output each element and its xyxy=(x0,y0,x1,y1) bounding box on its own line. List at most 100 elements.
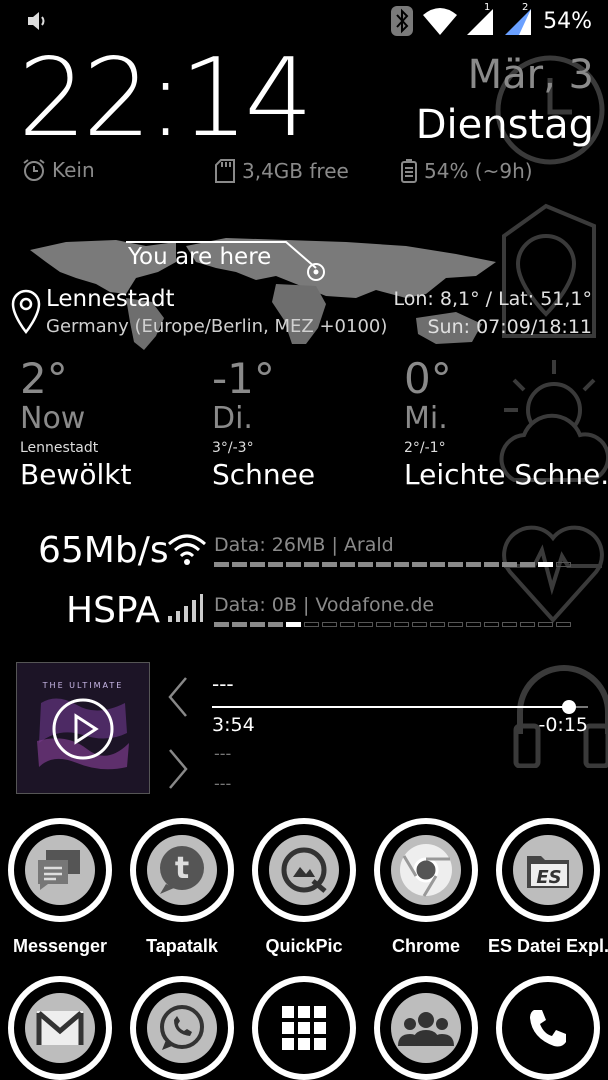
clock-weekday[interactable]: Dienstag xyxy=(416,102,594,148)
weather-temp: 0° xyxy=(404,354,452,403)
weather-condition: Bewölkt xyxy=(20,458,132,491)
usage-bar-segment xyxy=(394,622,409,627)
track-title: --- xyxy=(212,672,234,696)
messenger-icon xyxy=(25,835,95,905)
location-pin-icon xyxy=(11,289,41,334)
usage-bar-segment xyxy=(430,622,445,627)
next-track-icon[interactable] xyxy=(166,748,190,790)
sun-times: Sun: 07:09/18:11 xyxy=(427,316,593,338)
weather-sub: Lennestadt xyxy=(20,440,99,456)
play-icon[interactable] xyxy=(51,697,115,761)
usage-bar-segment xyxy=(556,622,571,627)
usage-bar-segment xyxy=(448,622,463,627)
usage-bar-segment xyxy=(412,622,427,627)
usage-bar-segment xyxy=(412,562,427,567)
storage-info[interactable]: 3,4GB free xyxy=(214,158,349,184)
usage-bar-segment xyxy=(340,562,355,567)
wifi-data-label: Data: 26MB | Arald xyxy=(214,534,394,556)
app-drawer[interactable] xyxy=(252,976,356,1080)
usage-bar-segment xyxy=(448,562,463,567)
app-label-tapatalk: Tapatalk xyxy=(146,936,218,956)
battery-info[interactable]: 54% (~9h) xyxy=(400,158,533,184)
usage-bar-segment xyxy=(232,562,247,567)
location-city: Lennestadt xyxy=(46,286,175,312)
usage-bar-segment xyxy=(394,562,409,567)
usage-bar-segment xyxy=(430,562,445,567)
sd-card-icon xyxy=(215,159,235,183)
battery-text: 54% (~9h) xyxy=(424,159,533,183)
app-whatsapp[interactable] xyxy=(130,976,234,1080)
usage-bar-segment xyxy=(250,622,265,627)
usage-bar-segment xyxy=(502,622,517,627)
clock-time[interactable]: 22:14 xyxy=(18,36,313,161)
weather-now[interactable]: 2° Now Lennestadt Bewölkt xyxy=(20,354,210,492)
volume-icon xyxy=(28,12,45,30)
wifi-usage-bar xyxy=(214,562,571,567)
mobile-usage-bar xyxy=(214,622,571,627)
usage-bar-segment xyxy=(268,562,283,567)
mobile-signal-icon xyxy=(168,594,203,622)
previous-track-icon[interactable] xyxy=(166,676,190,718)
weather-day-2[interactable]: -1° Di. 3°/-3° Schnee xyxy=(212,356,402,492)
app-contacts[interactable] xyxy=(374,976,478,1080)
usage-bar-segment xyxy=(322,562,337,567)
app-messenger[interactable] xyxy=(8,818,112,922)
sim2-label: 2 xyxy=(522,2,529,13)
usage-bar-segment xyxy=(556,562,571,567)
weather-sub: 3°/-3° xyxy=(212,440,254,456)
mobile-data-label: Data: 0B | Vodafone.de xyxy=(214,594,435,616)
alarm-info[interactable]: Kein xyxy=(22,158,95,182)
location-coords: Lon: 8,1° / Lat: 51,1° xyxy=(393,288,592,310)
app-drawer-icon xyxy=(269,993,339,1063)
gmail-icon xyxy=(25,993,95,1063)
wifi-speed[interactable]: 65Mb/s xyxy=(38,530,169,571)
app-label-chrome: Chrome xyxy=(391,936,460,956)
signal-icon-1 xyxy=(467,9,494,35)
usage-bar-segment xyxy=(484,562,499,567)
track-progress-bar[interactable] xyxy=(212,700,588,714)
usage-bar-segment xyxy=(304,562,319,567)
usage-bar-segment xyxy=(538,622,553,627)
usage-bar-segment xyxy=(286,562,301,567)
wifi-signal-icon xyxy=(168,534,206,565)
sim1-label: 1 xyxy=(484,2,491,13)
usage-bar-segment xyxy=(538,562,553,567)
phone-icon xyxy=(513,993,583,1063)
clock-date[interactable]: Mär, 3 xyxy=(468,52,594,98)
app-es-file-explorer[interactable]: ES xyxy=(496,818,600,922)
battery-icon xyxy=(401,159,417,183)
weather-day: Di. xyxy=(212,401,253,436)
wifi-icon xyxy=(423,8,458,35)
weather-temp: 2° xyxy=(20,354,68,403)
usage-bar-segment xyxy=(502,562,517,567)
heart-rate-bg-icon xyxy=(502,525,604,623)
whatsapp-icon xyxy=(147,993,217,1063)
usage-bar-segment xyxy=(466,562,481,567)
weather-day-3[interactable]: 0° Mi. 2°/-1° Leichte Schne... xyxy=(404,354,608,492)
usage-bar-segment xyxy=(322,622,337,627)
usage-bar-segment xyxy=(376,622,391,627)
alarm-text: Kein xyxy=(52,158,95,182)
usage-bar-segment xyxy=(268,622,283,627)
usage-bar-segment xyxy=(232,622,247,627)
usage-bar-segment xyxy=(214,562,229,567)
track-remaining: -0:15 xyxy=(538,714,588,736)
mobile-network-type[interactable]: HSPA xyxy=(66,590,160,631)
track-elapsed: 3:54 xyxy=(212,714,255,736)
svg-text:ES: ES xyxy=(536,867,561,888)
album-art[interactable]: THE ULTIMATE xyxy=(16,662,150,794)
app-quickpic[interactable] xyxy=(252,818,356,922)
app-chrome[interactable] xyxy=(374,818,478,922)
track-album: --- xyxy=(214,774,232,793)
app-tapatalk[interactable]: t xyxy=(130,818,234,922)
app-gmail[interactable] xyxy=(8,976,112,1080)
alarm-clock-icon xyxy=(23,159,45,181)
usage-bar-segment xyxy=(286,622,301,627)
usage-bar-segment xyxy=(250,562,265,567)
usage-bar-segment xyxy=(520,562,535,567)
app-phone[interactable] xyxy=(496,976,600,1080)
usage-bar-segment xyxy=(304,622,319,627)
quickpic-icon xyxy=(269,835,339,905)
weather-day: Mi. xyxy=(404,401,448,436)
weather-day: Now xyxy=(20,401,86,436)
